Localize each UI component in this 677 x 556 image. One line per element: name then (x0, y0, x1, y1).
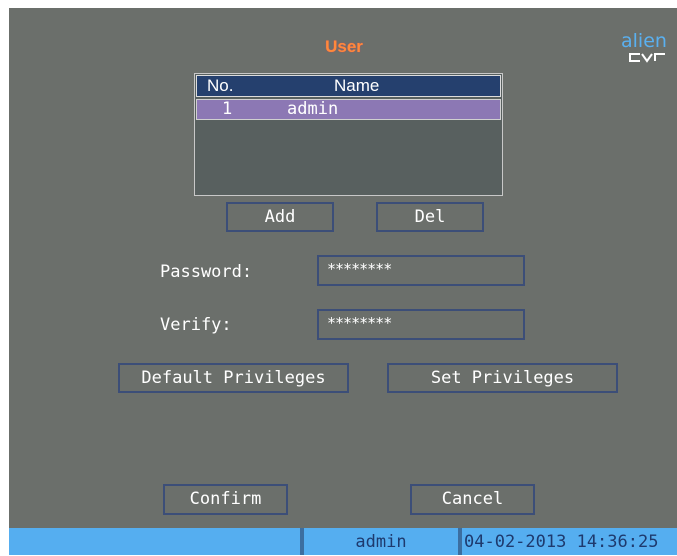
add-button[interactable]: Add (226, 202, 334, 232)
status-divider (458, 528, 462, 555)
dvr-glyph-icon (629, 53, 665, 63)
brand-logo: alien (621, 32, 677, 63)
table-header: No. Name (196, 75, 501, 97)
cancel-button[interactable]: Cancel (410, 484, 535, 515)
set-privileges-button[interactable]: Set Privileges (387, 363, 618, 393)
verify-label: Verify: (160, 315, 232, 335)
cell-name: admin (287, 99, 339, 119)
table-row[interactable]: 1 admin (196, 99, 501, 120)
date-time: 04-02-2013 14:36:25 (464, 532, 659, 552)
user-dialog: User alien No. Name 1 admin Add Del Pass… (9, 8, 677, 555)
status-bar: admin 04-02-2013 14:36:25 (9, 528, 677, 555)
current-user: admin (355, 532, 407, 552)
column-header-no: No. (207, 76, 234, 95)
user-list-table: No. Name 1 admin (194, 73, 503, 196)
default-privileges-button[interactable]: Default Privileges (118, 363, 349, 393)
logo-text: alien (621, 30, 667, 52)
del-button[interactable]: Del (376, 202, 484, 232)
password-field[interactable]: ******** (317, 255, 525, 286)
dialog-title: User (325, 37, 363, 56)
verify-field[interactable]: ******** (317, 309, 525, 340)
cell-no: 1 (222, 99, 233, 119)
dvr-logo-icon (628, 52, 668, 63)
password-label: Password: (160, 262, 253, 282)
confirm-button[interactable]: Confirm (163, 484, 288, 515)
column-header-name: Name (334, 76, 380, 95)
status-segment (9, 528, 300, 555)
